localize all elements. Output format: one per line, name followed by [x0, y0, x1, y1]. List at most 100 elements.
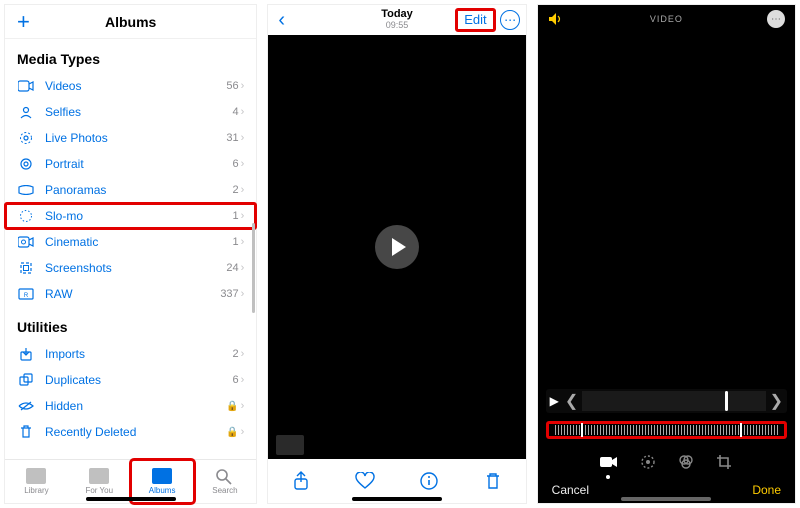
- row-label: Recently Deleted: [45, 425, 226, 439]
- section-utilities: Utilities: [5, 307, 256, 341]
- row-label: Slo-mo: [45, 209, 233, 223]
- row-recently-deleted[interactable]: Recently Deleted 🔒 ›: [5, 419, 256, 445]
- chevron-icon: ›: [241, 262, 245, 274]
- selfies-icon: [17, 103, 35, 121]
- row-panoramas[interactable]: Panoramas 2 ›: [5, 177, 256, 203]
- slomo-speed-bar[interactable]: [546, 421, 787, 439]
- editor-play-button[interactable]: ▶: [550, 394, 559, 408]
- lock-icon: 🔒: [226, 427, 238, 438]
- row-raw[interactable]: R RAW 337 ›: [5, 281, 256, 307]
- volume-button[interactable]: [548, 12, 564, 26]
- row-label: Imports: [45, 347, 233, 361]
- trash-icon: [17, 423, 35, 441]
- hidden-icon: [17, 397, 35, 415]
- video-editor-screen: VIDEO ⋯ ▶ ❮ ❯ Cancel Done: [537, 4, 796, 504]
- row-cinematic[interactable]: Cinematic 1 ›: [5, 229, 256, 255]
- row-count: 4: [233, 106, 239, 118]
- cinematic-icon: [17, 233, 35, 251]
- chevron-icon: ›: [241, 106, 245, 118]
- mode-crop[interactable]: [716, 454, 732, 470]
- row-count: 56: [226, 80, 238, 92]
- row-label: Hidden: [45, 399, 226, 413]
- title-day: Today: [381, 9, 413, 20]
- add-button[interactable]: +: [17, 9, 30, 35]
- row-imports[interactable]: Imports 2 ›: [5, 341, 256, 367]
- back-button[interactable]: ‹: [278, 9, 285, 32]
- chevron-icon: ›: [241, 210, 245, 222]
- favorite-button[interactable]: [354, 470, 376, 492]
- editor-mode-title: VIDEO: [650, 14, 683, 24]
- row-livephotos[interactable]: Live Photos 31 ›: [5, 125, 256, 151]
- editor-modes: [538, 447, 795, 477]
- trim-handle-right[interactable]: ❯: [770, 391, 783, 411]
- tab-search[interactable]: Search: [194, 460, 257, 503]
- row-portrait[interactable]: Portrait 6 ›: [5, 151, 256, 177]
- chevron-icon: ›: [241, 158, 245, 170]
- row-label: RAW: [45, 287, 220, 301]
- scrollbar[interactable]: [252, 223, 255, 313]
- thumbnail-strip[interactable]: [276, 435, 304, 455]
- row-count: 6: [233, 158, 239, 170]
- home-indicator[interactable]: [352, 497, 442, 501]
- play-button[interactable]: [375, 225, 419, 269]
- chevron-icon: ›: [241, 400, 245, 412]
- editor-header: VIDEO ⋯: [538, 5, 795, 33]
- chevron-icon: ›: [241, 184, 245, 196]
- row-label: Selfies: [45, 105, 233, 119]
- preview-title: Today 09:55: [381, 9, 413, 31]
- svg-text:R: R: [24, 293, 29, 299]
- row-label: Panoramas: [45, 183, 233, 197]
- row-hidden[interactable]: Hidden 🔒 ›: [5, 393, 256, 419]
- livephotos-icon: [17, 129, 35, 147]
- preview-header: ‹ Today 09:55 Edit ⋯: [268, 5, 525, 35]
- trash-button[interactable]: [482, 470, 504, 492]
- row-count: 2: [233, 348, 239, 360]
- duplicates-icon: [17, 371, 35, 389]
- portrait-icon: [17, 155, 35, 173]
- mode-adjust[interactable]: [640, 454, 656, 470]
- trim-track[interactable]: [582, 391, 765, 411]
- more-button[interactable]: ⋯: [500, 10, 520, 30]
- cancel-button[interactable]: Cancel: [552, 483, 589, 497]
- albums-header: + Albums: [5, 5, 256, 39]
- row-count: 1: [233, 236, 239, 248]
- mode-filters[interactable]: [678, 454, 694, 470]
- row-selfies[interactable]: Selfies 4 ›: [5, 99, 256, 125]
- row-label: Duplicates: [45, 373, 233, 387]
- row-label: Screenshots: [45, 261, 226, 275]
- chevron-icon: ›: [241, 288, 245, 300]
- trim-handle-left[interactable]: ❮: [565, 391, 578, 411]
- editor-more-button[interactable]: ⋯: [767, 10, 785, 28]
- editor-video-area[interactable]: [538, 33, 795, 391]
- edit-button[interactable]: Edit: [460, 10, 490, 29]
- done-button[interactable]: Done: [752, 483, 781, 497]
- row-videos[interactable]: Videos 56 ›: [5, 73, 256, 99]
- foryou-icon: [89, 468, 109, 484]
- chevron-icon: ›: [241, 132, 245, 144]
- home-indicator[interactable]: [621, 497, 711, 501]
- video-preview-screen: ‹ Today 09:55 Edit ⋯: [267, 4, 526, 504]
- header-right: Edit ⋯: [455, 8, 519, 32]
- video-area[interactable]: [268, 35, 525, 459]
- edit-highlight: Edit: [455, 8, 495, 32]
- tab-label: Albums: [149, 486, 176, 495]
- row-count: 2: [233, 184, 239, 196]
- share-button[interactable]: [290, 470, 312, 492]
- lock-icon: 🔒: [226, 401, 238, 412]
- home-indicator[interactable]: [86, 497, 176, 501]
- row-screenshots[interactable]: Screenshots 24 ›: [5, 255, 256, 281]
- row-count: 24: [226, 262, 238, 274]
- search-icon: [215, 468, 235, 484]
- imports-icon: [17, 345, 35, 363]
- info-button[interactable]: [418, 470, 440, 492]
- slomo-icon: [17, 207, 35, 225]
- slomo-track[interactable]: [555, 425, 778, 435]
- trim-bar[interactable]: ▶ ❮ ❯: [546, 389, 787, 413]
- row-slomo[interactable]: Slo-mo 1 ›: [5, 203, 256, 229]
- tab-label: Library: [24, 486, 48, 495]
- row-duplicates[interactable]: Duplicates 6 ›: [5, 367, 256, 393]
- tab-library[interactable]: Library: [5, 460, 68, 503]
- mode-video[interactable]: [600, 455, 618, 469]
- chevron-icon: ›: [241, 374, 245, 386]
- albums-icon: [152, 468, 172, 484]
